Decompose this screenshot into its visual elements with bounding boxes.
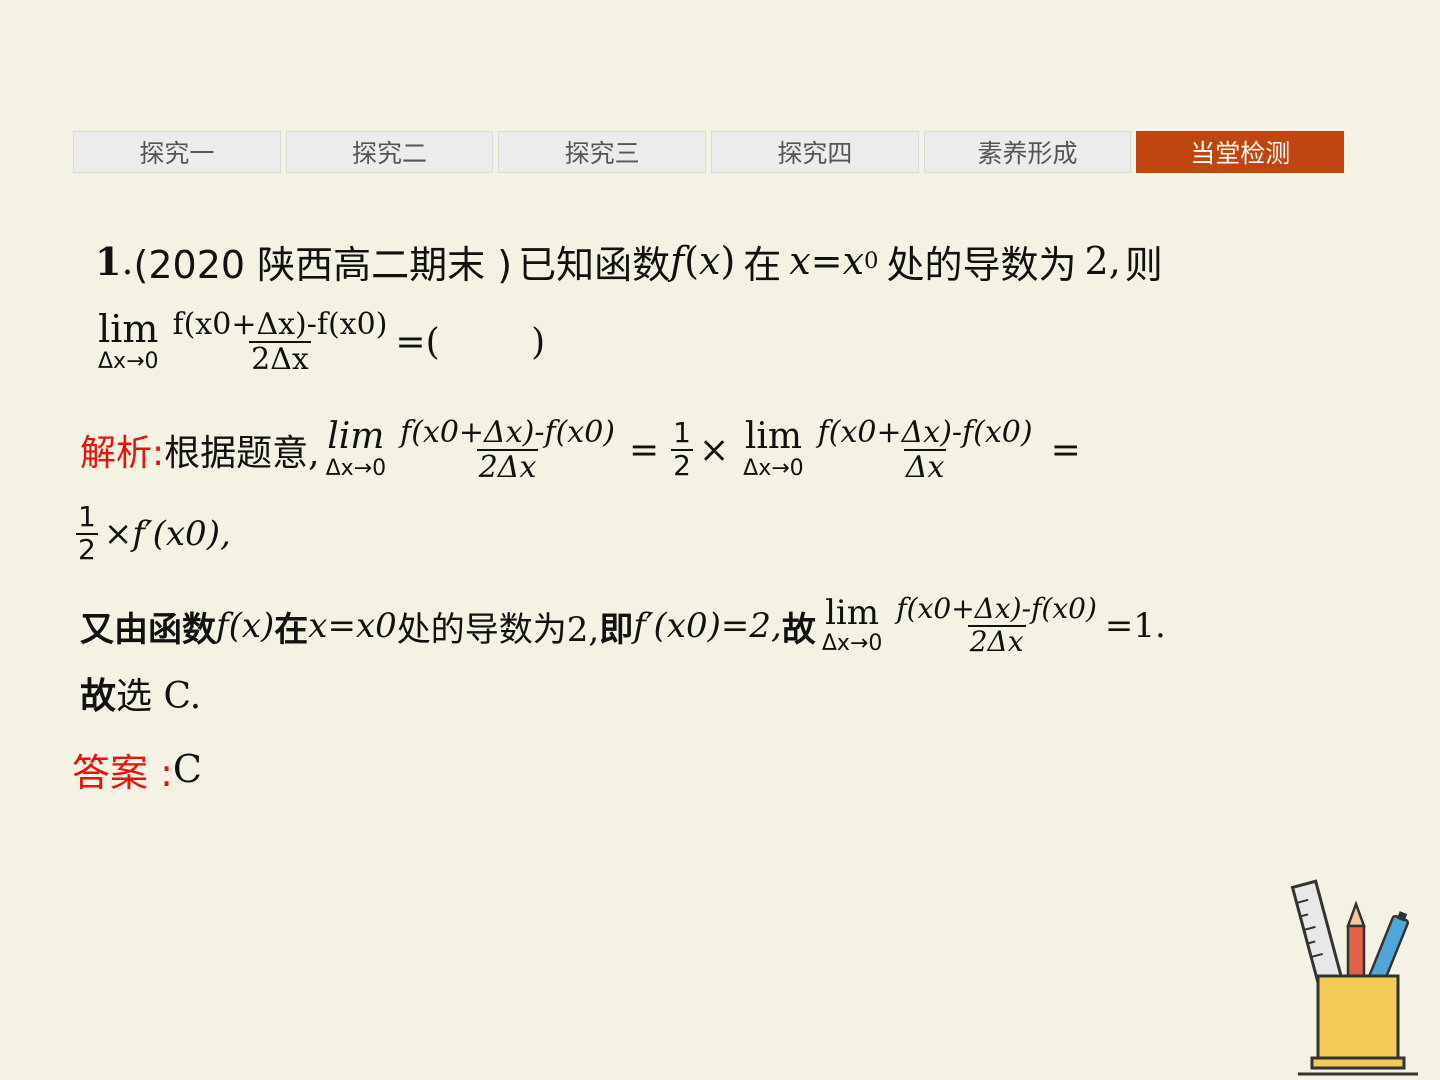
paren-close: ) <box>720 239 736 283</box>
fraction-numerator: 1 <box>78 500 96 534</box>
line3-cond: x=x0 <box>308 606 397 646</box>
fraction-numerator: f(x0+Δx)-f(x0) <box>896 592 1097 626</box>
answer-label: 答案 : <box>72 750 173 795</box>
fraction-denominator: 2Δx <box>967 625 1026 658</box>
fraction-denominator: 2Δx <box>249 341 311 377</box>
half-fraction: 1 2 <box>671 416 693 482</box>
question-text-derivative: 处的导数为 <box>886 242 1077 287</box>
line3-text: 又由函数 <box>80 609 216 650</box>
question-source: (2020 陕西高二期末 ) <box>133 242 513 287</box>
tab-explore-1[interactable]: 探究一 <box>73 131 281 173</box>
solution-intro: 根据题意, <box>164 433 320 474</box>
fraction-numerator: 1 <box>673 416 691 450</box>
answer-value: C <box>172 747 202 791</box>
solution-label: 解析: <box>80 433 165 474</box>
lim-under: Δx→0 <box>98 348 159 374</box>
fraction-denominator: 2 <box>76 533 98 566</box>
derivative-expression: ×f′(x0), <box>103 514 231 554</box>
equals-sign: = <box>629 429 660 471</box>
lim-under: Δx→0 <box>743 455 804 481</box>
tab-explore-4[interactable]: 探究四 <box>711 131 919 173</box>
solution-line-4: 故 选 C. <box>80 666 201 720</box>
answer-blank: =( ) <box>395 321 546 363</box>
fraction-numerator: f(x0+Δx)-f(x0) <box>172 307 388 342</box>
cond-sub: 0 <box>864 248 879 274</box>
equals-sign: = <box>1050 429 1081 471</box>
line3-text-at: 在 <box>274 609 309 650</box>
tab-explore-3[interactable]: 探究三 <box>498 131 707 173</box>
times-sign: × <box>699 429 730 471</box>
paren-open: ( <box>684 239 699 283</box>
fraction-numerator: f(x0+Δx)-f(x0) <box>400 415 615 450</box>
line3-text-ie: 即 <box>599 609 634 650</box>
solution-line-2: 1 2 ×f′(x0), <box>76 496 231 572</box>
question-line-2: lim Δx→0 f(x0+Δx)-f(x0) 2Δx =( ) <box>92 298 545 386</box>
lim-word: lim <box>98 306 159 351</box>
function-var: x <box>699 239 721 283</box>
solution-limit-2: lim Δx→0 <box>743 415 804 481</box>
fraction-numerator: f(x0+Δx)-f(x0) <box>817 415 1033 450</box>
line3-fx: f(x) <box>216 606 275 646</box>
solution-limit-3: lim Δx→0 <box>822 596 883 656</box>
question-dot: . <box>121 239 134 283</box>
solution-fraction-3: f(x0+Δx)-f(x0) 2Δx <box>894 592 1099 658</box>
half-fraction: 1 2 <box>76 500 98 566</box>
cond-eq: = <box>810 239 843 283</box>
tab-classroom-test[interactable]: 当堂检测 <box>1136 131 1345 173</box>
line4-text-so: 故 <box>80 676 117 717</box>
fraction-denominator: Δx <box>903 449 947 485</box>
question-number: 1 <box>95 238 122 284</box>
question-text-then: 则 <box>1124 242 1163 287</box>
question-fraction: f(x0+Δx)-f(x0) 2Δx <box>171 308 390 376</box>
solution-fraction-2: f(x0+Δx)-f(x0) Δx <box>816 416 1035 484</box>
tab-explore-2[interactable]: 探究二 <box>285 131 494 173</box>
line3-derivative-value: f′(x0)=2, <box>633 606 782 646</box>
line3-result: =1. <box>1104 606 1166 646</box>
solution-line-3: 又由函数 f(x) 在 x=x0 处的导数为2, 即 f′(x0)=2, 故 l… <box>80 582 1166 670</box>
fraction-denominator: 2 <box>671 449 693 482</box>
lim-word: lim <box>327 415 385 457</box>
question-line-1: 1 . (2020 陕西高二期末 ) 已知函数 f ( x ) 在 x = x0… <box>95 234 1163 288</box>
solution-limit-1: lim Δx→0 <box>325 415 387 481</box>
question-limit: lim Δx→0 <box>98 310 159 374</box>
cond-x: x <box>789 239 811 283</box>
line3-derivative-text: 处的导数为2, <box>396 609 600 650</box>
line4-choice: 选 C. <box>116 676 202 717</box>
pencil-cup-icon <box>1290 879 1418 1076</box>
lim-under: Δx→0 <box>325 455 387 481</box>
solution-line-1: 解析: 根据题意, lim Δx→0 f(x0+Δx)-f(x0) 2Δx = … <box>80 406 1081 494</box>
question-value: 2, <box>1084 239 1121 283</box>
question-text-at: 在 <box>743 242 782 287</box>
function-name: f <box>670 239 685 283</box>
line3-text-so: 故 <box>781 609 816 650</box>
answer-line: 答案 : C <box>72 742 202 796</box>
lim-word: lim <box>825 592 880 633</box>
cond-x0: x <box>842 239 864 283</box>
tab-bar: 探究一 探究二 探究三 探究四 素养形成 当堂检测 <box>73 131 1345 173</box>
tab-literacy[interactable]: 素养形成 <box>923 131 1132 173</box>
lim-under: Δx→0 <box>821 630 883 656</box>
question-text: 已知函数 <box>518 242 671 287</box>
solution-fraction-1: f(x0+Δx)-f(x0) 2Δx <box>398 416 617 484</box>
fraction-denominator: 2Δx <box>476 449 539 485</box>
lim-word: lim <box>744 415 802 457</box>
